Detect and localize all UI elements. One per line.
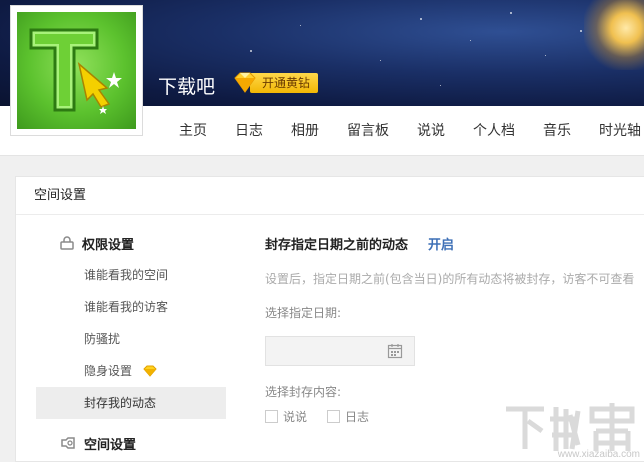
card-title: 空间设置 bbox=[16, 177, 644, 215]
avatar[interactable] bbox=[10, 5, 143, 136]
diamond-icon bbox=[234, 72, 256, 93]
sidebar-group-label: 空间设置 bbox=[84, 437, 137, 453]
decorative-glow bbox=[584, 0, 644, 70]
sidebar-item-label: 封存我的动态 bbox=[84, 396, 157, 410]
sidebar-group-space[interactable]: 空间设置 bbox=[36, 427, 226, 459]
sidebar-item-label: 防骚扰 bbox=[84, 332, 121, 346]
sidebar-group-label: 权限设置 bbox=[82, 237, 135, 253]
nav-profile[interactable]: 个人档 bbox=[459, 106, 529, 156]
sidebar-item-invisible[interactable]: 隐身设置 bbox=[36, 355, 226, 387]
diamond-icon bbox=[143, 365, 157, 377]
date-label: 选择指定日期: bbox=[265, 306, 342, 320]
open-yellow-diamond-button[interactable]: 开通黄钻 bbox=[232, 72, 319, 94]
nav-music[interactable]: 音乐 bbox=[529, 106, 585, 156]
archive-settings-panel: 封存指定日期之前的动态 开启 设置后，指定日期之前(包含当日)的所有动态将被封存… bbox=[265, 227, 644, 425]
checkbox-box[interactable] bbox=[265, 410, 278, 423]
sidebar-group-permissions[interactable]: 权限设置 bbox=[36, 227, 226, 259]
content-label: 选择封存内容: bbox=[265, 385, 342, 399]
checkbox-blog[interactable]: 日志 bbox=[327, 408, 369, 425]
sidebar-item-who-can-see-space[interactable]: 谁能看我的空间 bbox=[36, 259, 226, 291]
lock-icon bbox=[60, 236, 74, 250]
sidebar-item-archive-feeds[interactable]: 封存我的动态 bbox=[36, 387, 226, 419]
nav-timeline[interactable]: 时光轴 bbox=[585, 106, 644, 156]
nav-message-board[interactable]: 留言板 bbox=[333, 106, 403, 156]
settings-sidebar: 权限设置 谁能看我的空间 谁能看我的访客 防骚扰 隐身设置 封存我的动态 空间设 bbox=[36, 227, 226, 459]
calendar-icon[interactable] bbox=[387, 343, 403, 359]
setting-title: 封存指定日期之前的动态 bbox=[265, 237, 409, 253]
checkbox-shuoshuo[interactable]: 说说 bbox=[265, 408, 307, 425]
setting-description: 设置后，指定日期之前(包含当日)的所有动态将被封存，访客不可查看 bbox=[265, 272, 635, 286]
sidebar-item-anti-harassment[interactable]: 防骚扰 bbox=[36, 323, 226, 355]
sidebar-item-label: 谁能看我的访客 bbox=[84, 300, 169, 314]
vip-label: 开通黄钻 bbox=[250, 73, 319, 93]
nav-home[interactable]: 主页 bbox=[165, 106, 221, 156]
sidebar-item-label: 谁能看我的空间 bbox=[84, 268, 169, 282]
nav-blog[interactable]: 日志 bbox=[221, 106, 277, 156]
checkbox-label: 日志 bbox=[345, 410, 370, 424]
date-picker-input[interactable] bbox=[265, 336, 415, 366]
nav-album[interactable]: 相册 bbox=[277, 106, 333, 156]
checkbox-box[interactable] bbox=[327, 410, 341, 423]
avatar-logo bbox=[17, 12, 136, 129]
sidebar-item-label: 隐身设置 bbox=[84, 364, 133, 378]
site-name[interactable]: 下载吧 bbox=[158, 72, 215, 99]
space-settings-card: 空间设置 权限设置 谁能看我的空间 谁能看我的访客 防骚扰 隐身设置 封存我的动… bbox=[15, 176, 644, 462]
nav-shuoshuo[interactable]: 说说 bbox=[403, 106, 459, 156]
checkbox-label: 说说 bbox=[283, 410, 308, 424]
download-logo-icon bbox=[29, 28, 122, 114]
space-settings-icon bbox=[61, 437, 75, 449]
enable-link[interactable]: 开启 bbox=[428, 234, 454, 253]
sidebar-item-who-can-see-visitors[interactable]: 谁能看我的访客 bbox=[36, 291, 226, 323]
